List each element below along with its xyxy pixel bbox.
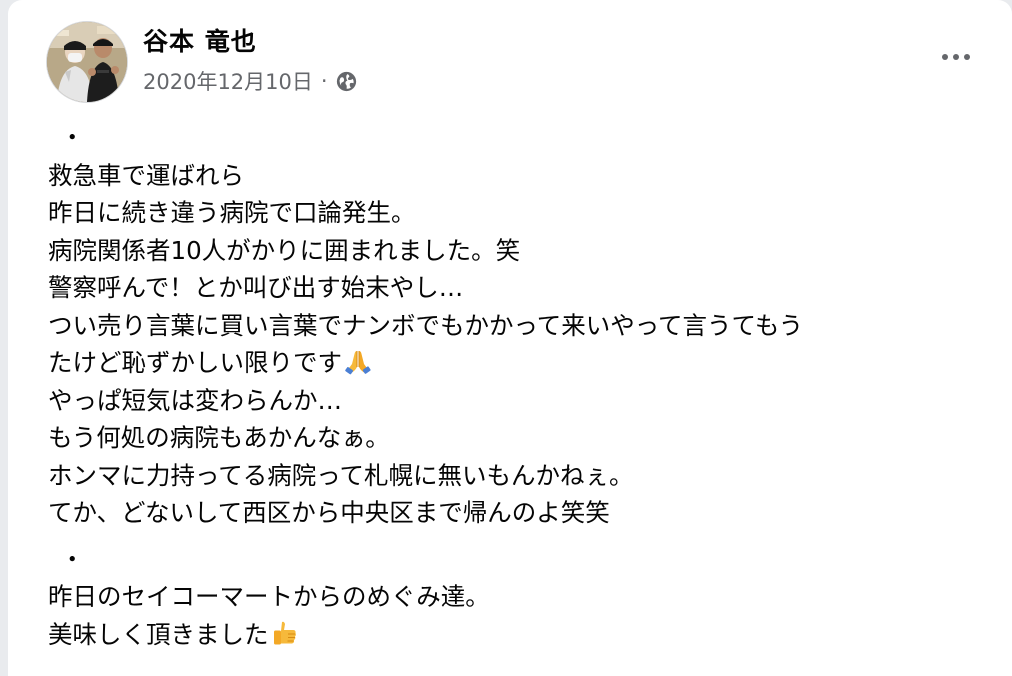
profile-avatar[interactable] [46, 21, 128, 103]
post-line: 救急車で運ばれら [48, 160, 244, 190]
post-body: ・ 救急車で運ばれら 昨日に続き違う病院で口論発生。 病院関係者10人がかりに囲… [48, 119, 998, 653]
folded-hands-emoji [344, 347, 372, 375]
bullet-mark: ・ [60, 544, 85, 574]
post-line: もう何処の病院もあかんなぁ。 [48, 423, 390, 452]
more-dot [953, 54, 959, 60]
post-line: 昨日に続き違う病院で口論発生。 [48, 198, 416, 227]
post-card: 谷本 竜也 2020年12月10日 · ・ 救急車で運ばれら 昨日に続き違う病院… [8, 0, 1012, 676]
post-line: やっぱ短気は変わらんか… [48, 385, 342, 415]
post-line-with-emoji: 美味しく頂きました [48, 616, 998, 654]
post-line: 病院関係者10人がかりに囲まれました。笑 [48, 235, 521, 265]
bullet-mark: ・ [60, 123, 85, 152]
post-meta: 2020年12月10日 · [143, 66, 357, 96]
post-header: 谷本 竜也 2020年12月10日 · [8, 0, 1012, 110]
avatar-photo [47, 22, 127, 102]
post-line-text: たけど恥ずかしい限りです [48, 348, 342, 377]
post-line: てか、どないして西区から中央区まで帰んのよ笑笑 [48, 498, 610, 527]
author-name[interactable]: 谷本 竜也 [143, 22, 257, 58]
post-line-text: 美味しく頂きました [48, 619, 269, 649]
meta-separator: · [320, 69, 328, 93]
post-date[interactable]: 2020年12月10日 [143, 66, 313, 96]
post-line: 警察呼んで！とか叫び出す始末やし… [48, 273, 464, 302]
more-dot [964, 54, 970, 60]
more-options-button[interactable] [934, 42, 978, 72]
post-line: ホンマに力持ってる病院って札幌に無いもんかねぇ。 [48, 460, 634, 490]
thumbs-up-emoji [271, 619, 299, 647]
post-line-with-emoji: たけど恥ずかしい限りです [48, 344, 998, 382]
post-line: つい売り言葉に買い言葉でナンボでもかかって来いやって言うてもう [48, 310, 804, 340]
more-dot [942, 54, 948, 60]
globe-icon[interactable] [336, 71, 357, 92]
post-line: 昨日のセイコーマートからのめぐみ達。 [48, 582, 490, 611]
